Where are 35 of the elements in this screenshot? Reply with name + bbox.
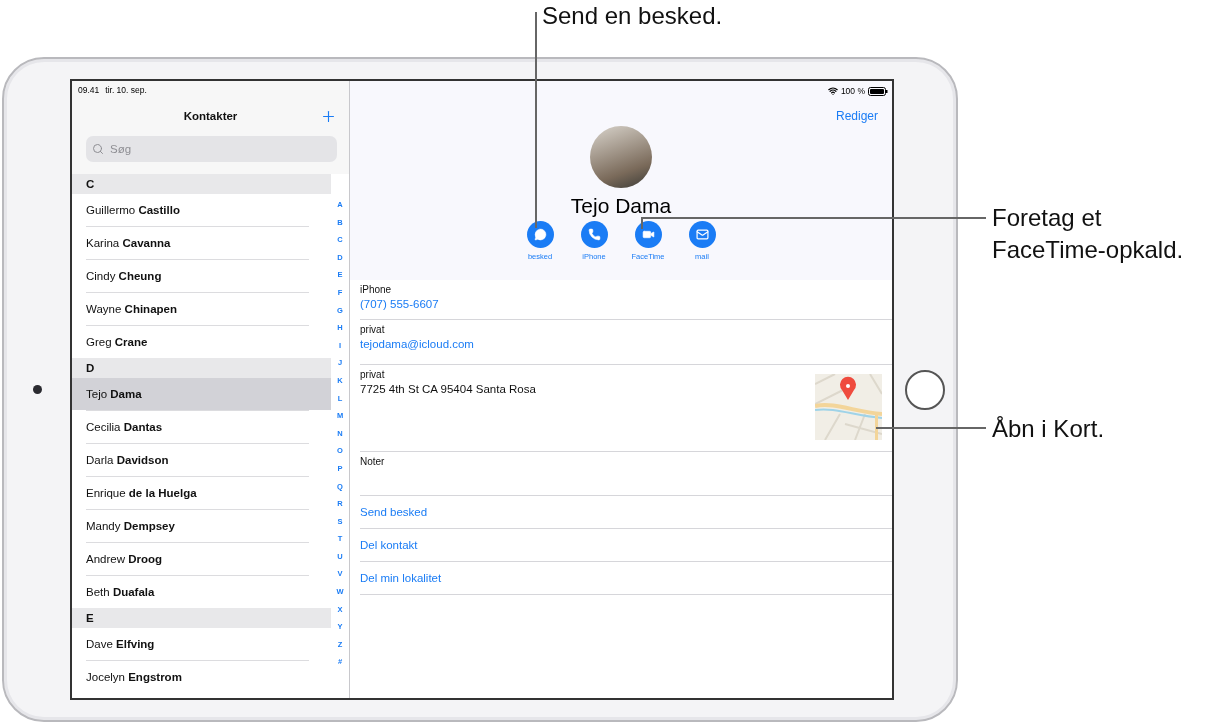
video-camera-icon — [641, 228, 655, 241]
contact-name: Tejo Dama — [570, 194, 672, 218]
battery-icon — [868, 86, 888, 96]
phone-icon — [587, 228, 601, 241]
speech-bubble-icon — [533, 228, 547, 241]
battery-percent: 100 % — [840, 86, 865, 96]
action-link[interactable]: Send besked — [360, 506, 428, 518]
search-icon — [92, 143, 104, 155]
status-time: 09.41 — [78, 85, 100, 97]
contact-row[interactable]: Tejo Dama — [72, 378, 331, 410]
field-label: Noter — [360, 456, 386, 467]
sidebar-title: Kontakter — [183, 110, 238, 122]
field-label: iPhone — [360, 284, 393, 295]
field-label: privat — [360, 324, 386, 335]
callout-text: Åbn i Kort. — [992, 414, 1105, 444]
map-thumbnail-drawing[interactable] — [815, 374, 882, 440]
search-input[interactable]: Søg — [108, 142, 312, 156]
field-label: privat — [360, 369, 386, 380]
add-icon[interactable] — [320, 108, 337, 125]
action-link[interactable]: Del min lokalitet — [360, 572, 442, 584]
status-date: tir. 10. sep. — [105, 85, 147, 97]
action-link[interactable]: Del kontakt — [360, 539, 418, 551]
search-field[interactable]: Søg — [86, 136, 337, 162]
envelope-icon — [695, 228, 709, 241]
callout-text: Foretag et FaceTime-opkald. — [992, 203, 1185, 265]
field-link[interactable]: tejodama@icloud.com — [360, 338, 882, 350]
wifi-icon — [827, 86, 838, 96]
section-header: D — [72, 358, 331, 378]
callout-text: Send en besked. — [542, 1, 723, 31]
section-header: C — [72, 174, 331, 194]
address-text: 7725 4th St CA 95404 Santa Rosa — [360, 383, 537, 395]
edit-button[interactable]: Rediger — [835, 109, 878, 123]
section-header: E — [72, 608, 331, 628]
field-link[interactable]: (707) 555-6607 — [360, 298, 882, 310]
camera-icon — [32, 385, 42, 394]
